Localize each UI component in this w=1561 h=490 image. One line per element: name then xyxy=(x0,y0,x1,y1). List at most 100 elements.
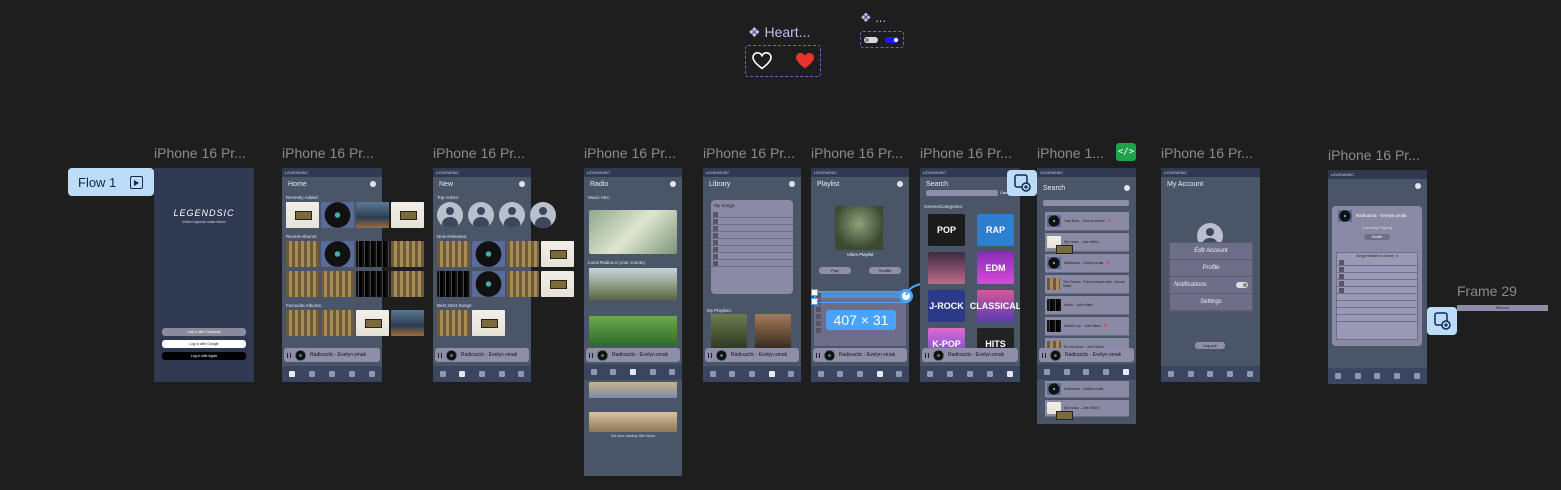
album-art[interactable] xyxy=(321,241,354,267)
new-tab-icon[interactable] xyxy=(309,371,315,377)
new-tab-icon[interactable] xyxy=(1063,369,1070,375)
apple-login-button[interactable]: Log in with Apple xyxy=(162,352,246,360)
tab-bar[interactable] xyxy=(920,366,1020,382)
mini-player[interactable]: Radioactic - Evelyn smak xyxy=(284,348,380,362)
library-tab-icon[interactable] xyxy=(349,371,355,377)
play-button[interactable]: Play xyxy=(819,267,851,274)
album-art[interactable] xyxy=(356,202,389,228)
pause-icon[interactable] xyxy=(816,352,820,358)
frame-title[interactable]: iPhone 16 Pr... xyxy=(282,145,374,161)
result-row[interactable]: My music - John Mitch xyxy=(1045,233,1129,254)
radio-tab-icon[interactable] xyxy=(478,371,485,377)
tab-bar[interactable] xyxy=(1328,368,1427,384)
pause-icon[interactable] xyxy=(287,352,291,358)
result-row[interactable]: Music - John Mitch xyxy=(1045,296,1129,315)
album-art[interactable] xyxy=(391,310,424,336)
result-row[interactable]: Radioactic - Evelyn smak xyxy=(1045,381,1129,398)
search-frame[interactable]: LEGENDSIC Search Cancel Genres/Categorie… xyxy=(920,168,1020,382)
library-tab-icon[interactable] xyxy=(1227,371,1234,377)
heart-filled-icon[interactable] xyxy=(795,52,815,70)
selection-box[interactable] xyxy=(814,291,906,303)
heart-component-title[interactable]: ❖ Heart... xyxy=(748,24,810,41)
album-art[interactable] xyxy=(286,310,319,336)
album-art[interactable] xyxy=(472,310,505,336)
my-songs-card[interactable]: My Songs: xyxy=(711,200,793,294)
library-tab-icon[interactable] xyxy=(876,371,883,377)
new-tab-icon[interactable] xyxy=(1354,373,1361,379)
album-art[interactable] xyxy=(437,241,470,267)
library-tab-icon[interactable] xyxy=(1394,373,1401,379)
album-art[interactable] xyxy=(391,241,424,267)
queue-row[interactable] xyxy=(1337,273,1417,280)
home-tab-icon[interactable] xyxy=(927,371,933,377)
frame-title[interactable]: iPhone 1... xyxy=(1037,145,1104,161)
home-tab-icon[interactable] xyxy=(1334,373,1341,379)
home-tab-icon[interactable] xyxy=(439,371,446,377)
settings-item[interactable]: Settings xyxy=(1170,294,1252,311)
artist-avatar[interactable] xyxy=(530,202,556,228)
account-frame[interactable]: LEGENDSIC My Account Edit Account Profil… xyxy=(1161,168,1260,382)
toggle-off[interactable] xyxy=(864,37,878,43)
queue-row[interactable] xyxy=(1337,259,1417,266)
home-tab-icon[interactable] xyxy=(590,369,597,375)
new-tab-icon[interactable] xyxy=(459,371,466,377)
album-art[interactable] xyxy=(391,271,424,297)
dev-mode-icon[interactable]: </> xyxy=(1116,143,1136,161)
artist-avatar[interactable] xyxy=(468,202,494,228)
playlist-frame[interactable]: LEGENDSIC Playlist Vibes Playlist Play S… xyxy=(811,168,909,382)
album-art[interactable] xyxy=(391,202,424,228)
result-row[interactable]: My music - John Mitch xyxy=(1045,400,1129,420)
search-tab-icon[interactable] xyxy=(518,371,525,377)
queue-row[interactable] xyxy=(1337,315,1417,322)
album-art[interactable] xyxy=(286,241,319,267)
genre-jrock[interactable]: J-ROCK xyxy=(928,290,965,322)
tab-bar[interactable] xyxy=(703,366,801,382)
search-tab-icon[interactable] xyxy=(1414,373,1421,379)
flow-start-badge[interactable]: Flow 1 xyxy=(68,168,154,196)
radio-station-card[interactable] xyxy=(589,268,677,300)
radio-tab-icon[interactable] xyxy=(856,371,863,377)
search-results-frame[interactable]: LEGENDSIC Search Trap Beat - Johnny smac… xyxy=(1037,168,1136,424)
result-row[interactable]: Radioactic - Evelyn smak ♥ xyxy=(1045,254,1129,273)
queue-row[interactable] xyxy=(1337,308,1417,315)
album-art[interactable] xyxy=(506,241,540,267)
profile-item[interactable]: Profile xyxy=(1170,260,1252,277)
shuffle-button[interactable]: Shuffle xyxy=(1364,234,1390,240)
album-art[interactable] xyxy=(356,271,389,297)
radio-tab-icon[interactable] xyxy=(967,371,973,377)
song-row[interactable] xyxy=(711,253,793,260)
radio-frame[interactable]: LEGENDSIC Radio Music Hits: Local Radios… xyxy=(584,168,682,476)
album-art[interactable] xyxy=(356,310,389,336)
song-row[interactable] xyxy=(711,225,793,232)
search-input[interactable] xyxy=(1043,200,1129,206)
shuffle-button[interactable]: Shuffle xyxy=(869,267,901,274)
album-art[interactable] xyxy=(437,271,470,297)
song-row[interactable] xyxy=(711,211,793,218)
profile-icon[interactable] xyxy=(897,181,903,187)
genre-pop[interactable]: POP xyxy=(928,214,965,246)
queue-row[interactable] xyxy=(1337,266,1417,273)
add-frame-icon[interactable] xyxy=(1007,170,1037,196)
search-tab-icon[interactable] xyxy=(1247,371,1254,377)
genre-edm[interactable]: EDM xyxy=(977,252,1014,284)
result-row[interactable]: Trap Beat - Johnny smack ♥ xyxy=(1045,212,1129,231)
tab-bar[interactable] xyxy=(1037,364,1136,380)
queue-row[interactable] xyxy=(1337,301,1417,308)
pause-icon[interactable] xyxy=(708,352,712,358)
new-frame[interactable]: LEGENDSIC New Top Artists: New Releases:… xyxy=(433,168,574,382)
album-art[interactable] xyxy=(541,271,574,297)
search-tab-icon[interactable] xyxy=(1123,369,1130,375)
search-tab-icon[interactable] xyxy=(788,371,795,377)
queue-row[interactable] xyxy=(1337,280,1417,287)
album-art[interactable] xyxy=(541,241,574,267)
mini-player[interactable]: Radioactic - Evelyn smak xyxy=(922,348,1018,362)
radio-tab-icon[interactable] xyxy=(629,369,636,375)
album-art[interactable] xyxy=(321,310,354,336)
new-tab-icon[interactable] xyxy=(1187,371,1194,377)
search-tab-icon[interactable] xyxy=(669,369,676,375)
add-frame-icon[interactable] xyxy=(1427,307,1457,335)
tab-bar[interactable] xyxy=(282,366,382,382)
frame-title[interactable]: iPhone 16 Pr... xyxy=(703,145,795,161)
library-tab-icon[interactable] xyxy=(649,369,656,375)
search-tab-icon[interactable] xyxy=(896,371,903,377)
